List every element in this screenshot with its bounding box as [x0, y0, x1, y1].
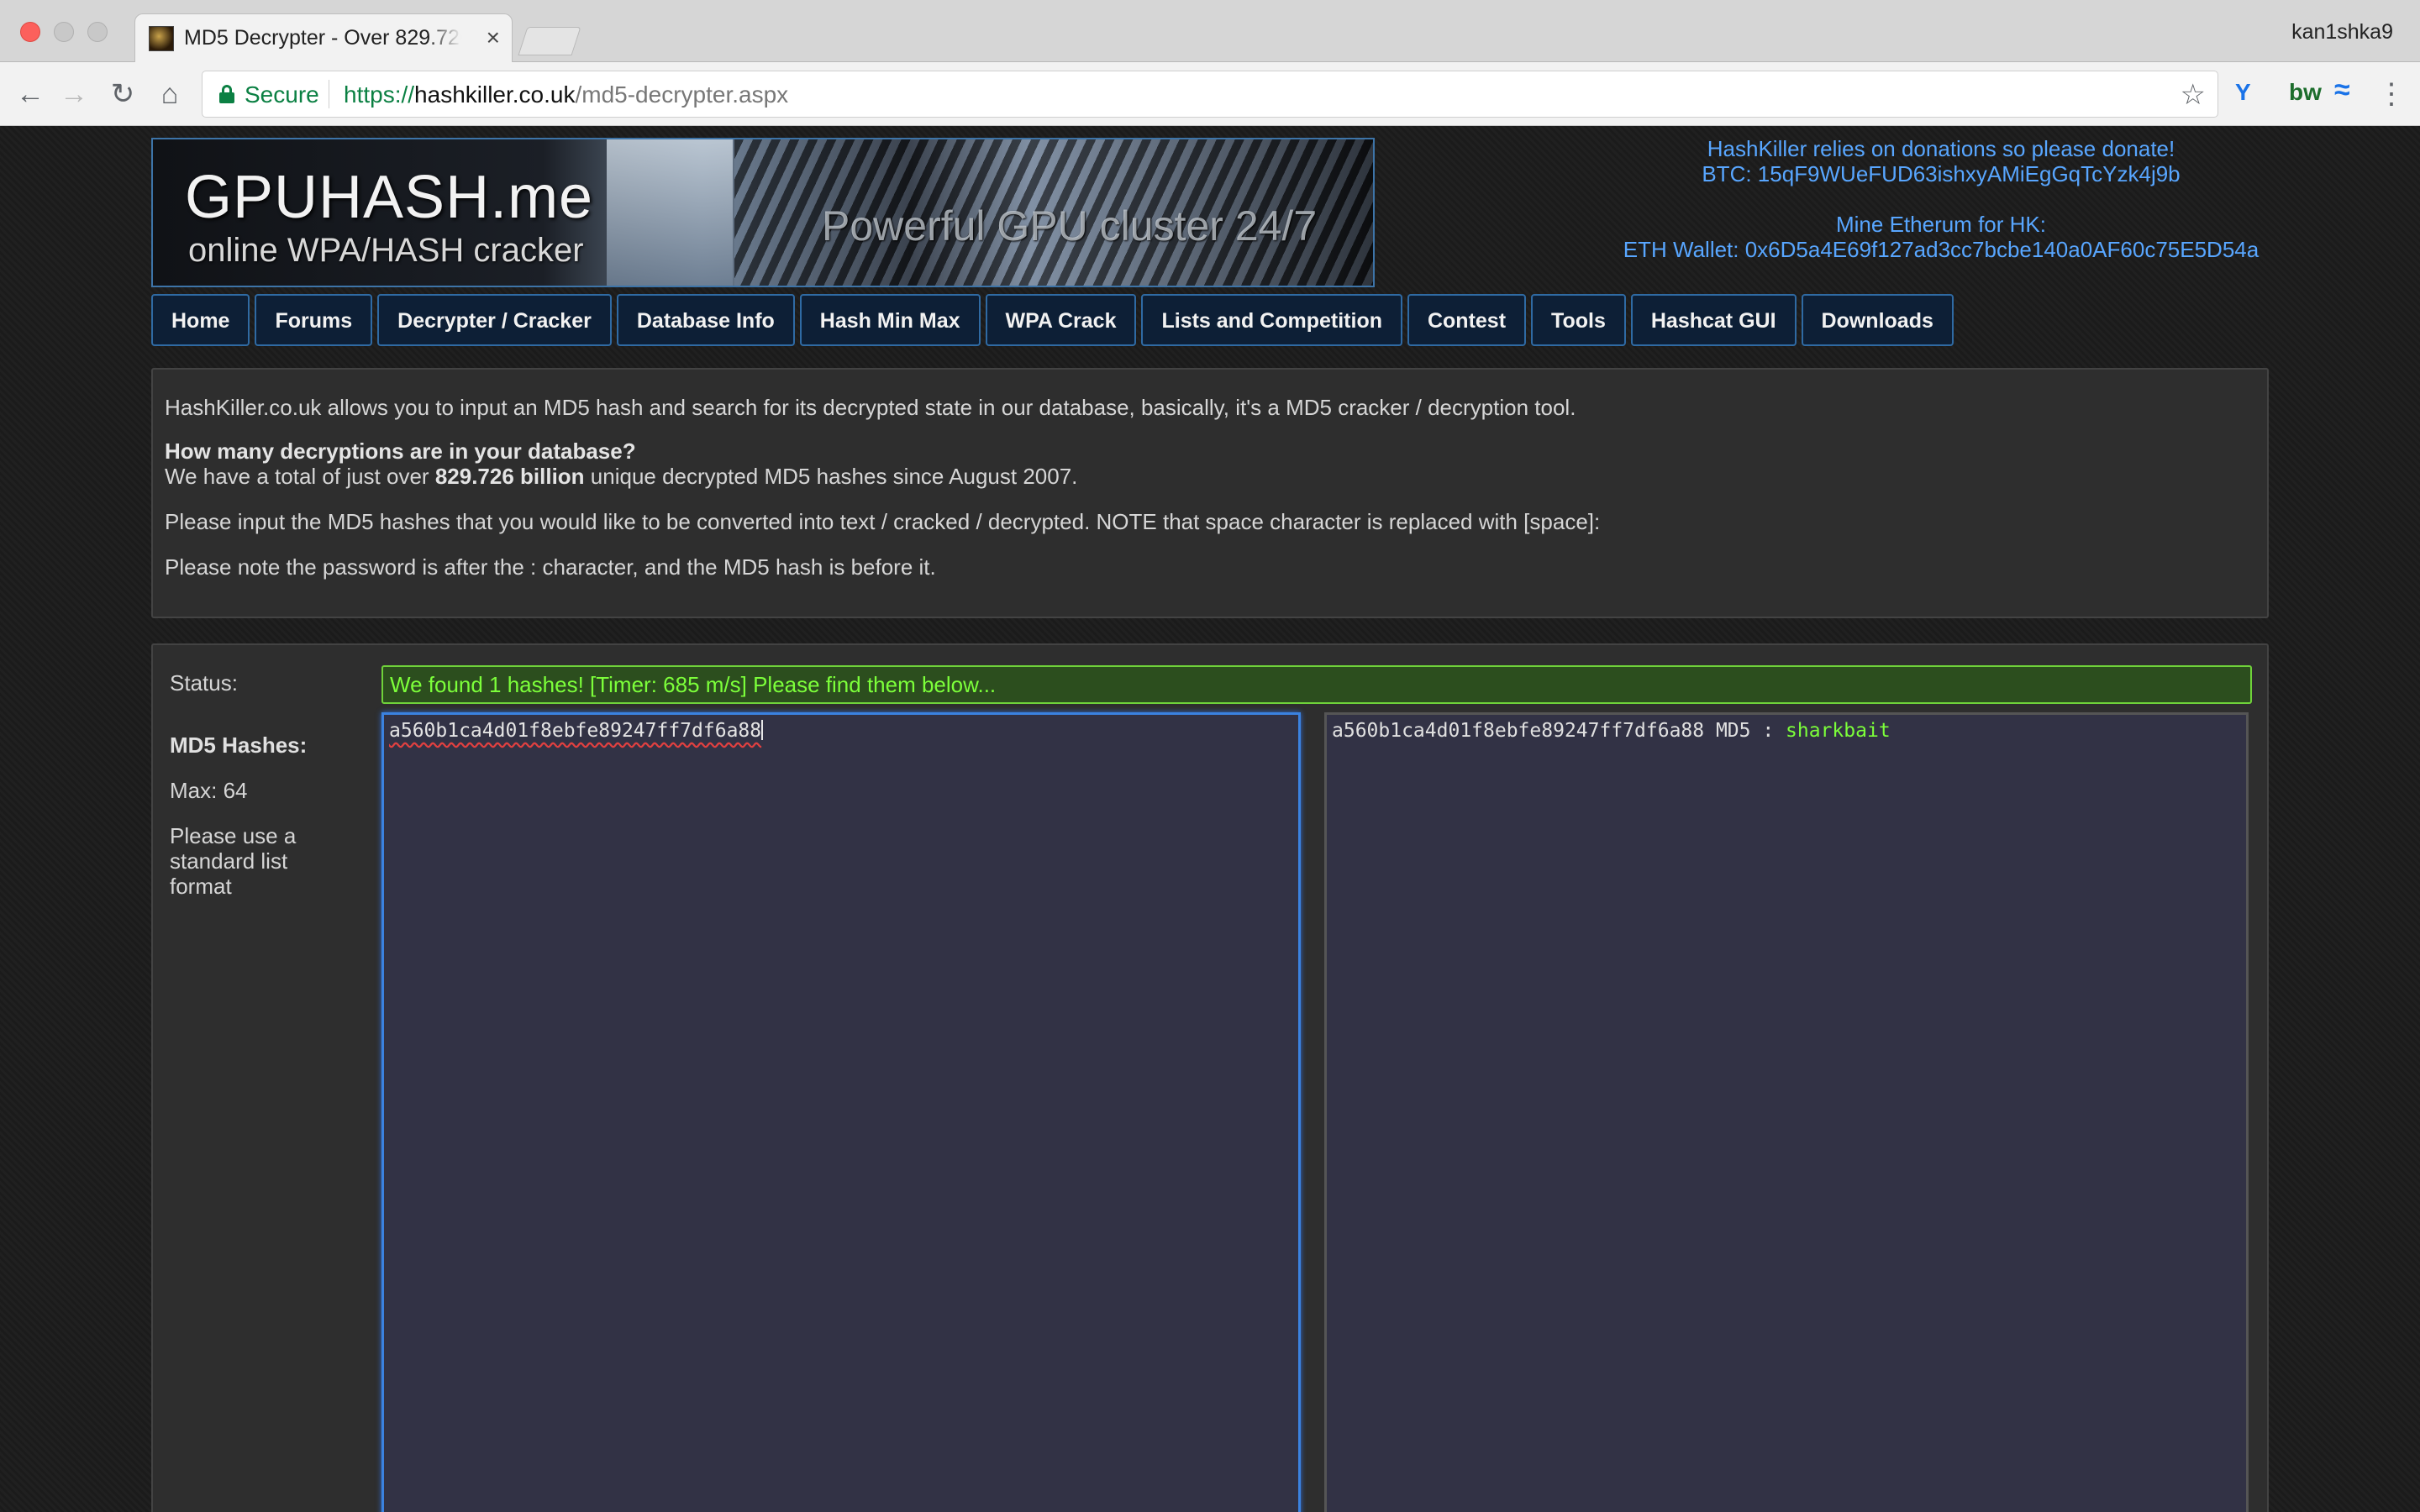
text-caret: [761, 720, 764, 740]
nav-tools[interactable]: Tools: [1531, 294, 1626, 346]
tab-close-icon[interactable]: ×: [487, 24, 500, 51]
reload-icon[interactable]: ↻: [104, 76, 141, 113]
decrypted-results-output[interactable]: a560b1ca4d01f8ebfe89247ff7df6a88 MD5 : s…: [1324, 712, 2249, 1512]
info-panel: HashKiller.co.uk allows you to input an …: [151, 368, 2269, 618]
extension-y-icon[interactable]: Y: [2235, 79, 2251, 106]
nav-decrypter-cracker[interactable]: Decrypter / Cracker: [377, 294, 612, 346]
nav-wpa-crack[interactable]: WPA Crack: [985, 294, 1137, 346]
format-hint-line-1: Please use a: [170, 823, 297, 848]
extension-wave-icon[interactable]: ≈: [2334, 74, 2350, 107]
format-hint-line-2: standard list: [170, 848, 288, 874]
tab-title: MD5 Decrypter - Over 829.726 billion: [184, 26, 461, 50]
format-hint-line-3: format: [170, 874, 232, 899]
gpuhash-banner-ad[interactable]: GPUHASH.me online WPA/HASH cracker Power…: [151, 138, 1375, 287]
intro-text: HashKiller.co.uk allows you to input an …: [165, 395, 1576, 420]
profile-name[interactable]: kan1shka9: [2291, 20, 2393, 45]
db-question-heading: How many decryptions are in your databas…: [165, 438, 636, 465]
kebab-menu-icon[interactable]: ⋮: [2373, 76, 2410, 113]
lock-icon[interactable]: [219, 85, 234, 103]
minimize-window-button[interactable]: [54, 22, 74, 42]
nav-hash-min-max[interactable]: Hash Min Max: [799, 294, 981, 346]
browser-tab-strip: MD5 Decrypter - Over 829.726 billion × k…: [0, 0, 2420, 62]
secure-label[interactable]: Secure: [245, 81, 319, 108]
eth-wallet[interactable]: ETH Wallet: 0x6D5a4E69f127ad3cc7bcbe140a…: [1580, 237, 2302, 262]
result-hash: a560b1ca4d01f8ebfe89247ff7df6a88 MD5 :: [1332, 720, 1786, 742]
star-icon[interactable]: ☆: [2181, 78, 2206, 112]
url-text[interactable]: https://hashkiller.co.uk/md5-decrypter.a…: [344, 81, 788, 108]
note-text: Please note the password is after the : …: [165, 554, 936, 580]
btc-address[interactable]: BTC: 15qF9WUeFUD63ishxyAMiEgGqTcYzk4j9b: [1580, 161, 2302, 186]
arrow-left-icon[interactable]: ←: [12, 76, 49, 113]
md5-hashes-label: MD5 Hashes:: [170, 732, 308, 758]
mine-ether-line[interactable]: Mine Etherum for HK:: [1580, 212, 2302, 237]
nav-downloads[interactable]: Downloads: [1801, 294, 1954, 346]
total-value: 829.726 billion: [434, 464, 585, 489]
nav-forums[interactable]: Forums: [255, 294, 373, 346]
donation-info: HashKiller relies on donations so please…: [1580, 136, 2302, 262]
nav-home[interactable]: Home: [151, 294, 250, 346]
nav-lists-and-competition[interactable]: Lists and Competition: [1141, 294, 1402, 346]
nav-contest[interactable]: Contest: [1407, 294, 1527, 346]
total-suffix: unique decrypted MD5 hashes since August…: [584, 464, 1078, 489]
url-host: hashkiller.co.uk: [414, 81, 576, 108]
url-scheme: https://: [344, 81, 415, 108]
arrow-right-icon[interactable]: →: [55, 76, 92, 113]
close-window-button[interactable]: [20, 22, 40, 42]
db-question: How many decryptions are in your databas…: [165, 438, 636, 464]
nav-hashcat-gui[interactable]: Hashcat GUI: [1630, 294, 1797, 346]
status-label: Status:: [170, 670, 238, 696]
zoom-window-button[interactable]: [87, 22, 108, 42]
decrypter-panel: Status: We found 1 hashes! [Timer: 685 m…: [151, 643, 2269, 1512]
db-total-text: We have a total of just over 829.726 bil…: [165, 464, 1077, 490]
max-label: Max: 64: [170, 778, 248, 803]
home-icon[interactable]: ⌂: [151, 76, 188, 113]
main-nav: Home Forums Decrypter / Cracker Database…: [151, 294, 1954, 346]
banner-title: GPUHASH.me: [185, 164, 594, 231]
total-prefix: We have a total of just over: [165, 464, 435, 489]
donate-line[interactable]: HashKiller relies on donations so please…: [1580, 136, 2302, 161]
page-content: GPUHASH.me online WPA/HASH cracker Power…: [0, 126, 2420, 1512]
browser-toolbar: ← → ↻ ⌂ Secure https://hashkiller.co.uk/…: [0, 62, 2420, 126]
instruction-text: Please input the MD5 hashes that you wou…: [165, 509, 1601, 534]
result-plaintext: sharkbait: [1786, 720, 1891, 742]
extension-bw-icon[interactable]: bw: [2289, 79, 2322, 106]
nav-database-info[interactable]: Database Info: [616, 294, 795, 346]
banner-subtitle: online WPA/HASH cracker: [188, 232, 584, 269]
new-tab-button[interactable]: [518, 27, 581, 55]
address-bar[interactable]: Secure https://hashkiller.co.uk/md5-decr…: [202, 71, 2218, 118]
url-path: /md5-decrypter.aspx: [575, 81, 789, 108]
input-hash-value: a560b1ca4d01f8ebfe89247ff7df6a88: [389, 720, 762, 742]
banner-light: [607, 139, 733, 286]
md5-hash-input[interactable]: a560b1ca4d01f8ebfe89247ff7df6a88: [381, 712, 1301, 1512]
site-favicon-icon: [149, 26, 174, 51]
status-message: We found 1 hashes! [Timer: 685 m/s] Plea…: [381, 665, 2252, 704]
banner-tagline: Powerful GPU cluster 24/7: [822, 202, 1318, 249]
browser-tab-active[interactable]: MD5 Decrypter - Over 829.726 billion ×: [134, 13, 513, 62]
